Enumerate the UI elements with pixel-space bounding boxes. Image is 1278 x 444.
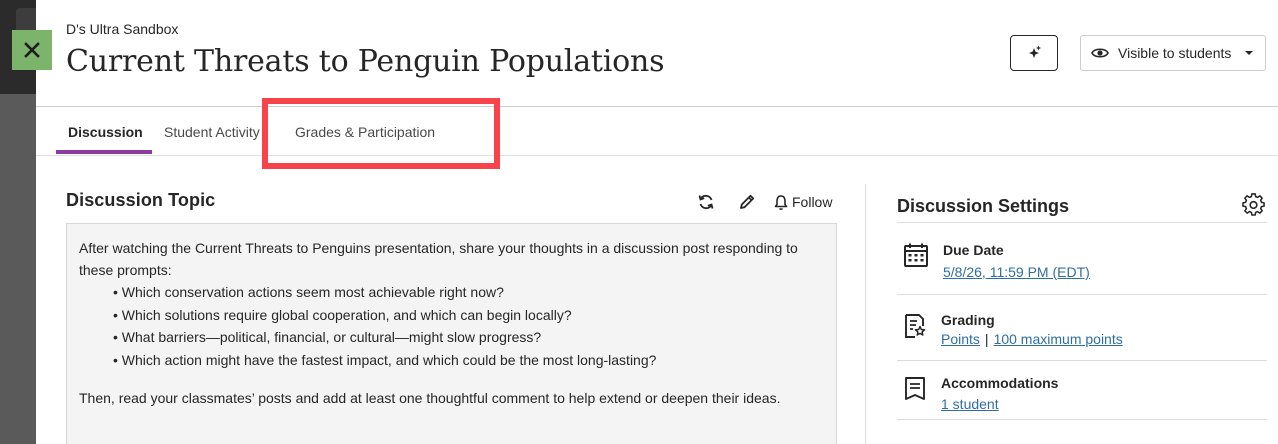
tab-grades-participation[interactable]: Grades & Participation (295, 107, 435, 156)
topic-closing: Then, read your classmates’ posts and ad… (79, 390, 781, 406)
caret-down-icon (1245, 51, 1254, 55)
gear-icon (1242, 193, 1265, 216)
settings-divider (897, 294, 1267, 295)
settings-divider (897, 360, 1267, 361)
bell-icon (774, 194, 788, 210)
settings-divider (897, 222, 1267, 223)
due-date-label: Due Date (943, 242, 1004, 258)
due-date-link[interactable]: 5/8/26, 11:59 PM (EDT) (943, 262, 1090, 282)
settings-divider (897, 419, 1267, 420)
tab-label: Grades & Participation (295, 123, 436, 140)
tab-label: Discussion (68, 123, 143, 140)
page-title: Current Threats to Penguin Populations (66, 44, 665, 79)
visibility-label: Visible to students (1118, 45, 1232, 61)
accommodations-label: Accommodations (941, 375, 1059, 391)
prompt-list: Which conservation actions seem most ach… (113, 281, 824, 371)
max-points-link[interactable]: 100 maximum points (994, 331, 1123, 347)
setting-grading: Grading Points | 100 maximum points (903, 311, 1123, 349)
close-button[interactable] (12, 30, 52, 70)
discussion-topic-heading: Discussion Topic (66, 190, 216, 210)
grading-icon (905, 314, 926, 338)
accommodations-link[interactable]: 1 student (941, 394, 1058, 414)
topic-actions: Follow (696, 192, 832, 212)
close-icon (24, 42, 40, 58)
column-divider (865, 184, 866, 444)
edit-button[interactable] (737, 192, 757, 212)
ai-assist-button[interactable] (1010, 35, 1058, 71)
follow-button[interactable]: Follow (773, 194, 832, 211)
setting-accommodations: Accommodations 1 student (903, 374, 1058, 414)
list-item: Which solutions require global cooperati… (113, 304, 824, 327)
follow-label: Follow (792, 194, 833, 210)
sparkle-icon (1029, 45, 1041, 58)
refresh-icon (698, 194, 714, 210)
tab-student-activity[interactable]: Student Activity (164, 107, 268, 156)
visibility-dropdown[interactable]: Visible to students (1080, 35, 1266, 71)
list-item: What barriers—political, financial, or c… (113, 326, 824, 349)
tab-discussion[interactable]: Discussion (68, 107, 143, 156)
accommodations-icon (905, 377, 925, 400)
discussion-panel: D's Ultra Sandbox Current Threats to Pen… (36, 0, 1278, 444)
grading-label: Grading (941, 312, 995, 328)
tab-bar: Discussion Student Activity Grades & Par… (36, 106, 1278, 156)
course-name: D's Ultra Sandbox (66, 21, 179, 37)
pencil-icon (740, 194, 755, 209)
calendar-icon (904, 243, 928, 267)
discussion-topic-body: After watching the Current Threats to Pe… (66, 223, 837, 444)
grading-type-link[interactable]: Points (941, 331, 980, 347)
grading-separator: | (984, 331, 989, 347)
list-item: Which action might have the fastest impa… (113, 349, 824, 372)
discussion-settings-heading: Discussion Settings (897, 196, 1070, 216)
active-tab-indicator (56, 150, 152, 154)
eye-icon (1091, 48, 1109, 58)
tab-label: Student Activity (164, 123, 260, 140)
list-item: Which conservation actions seem most ach… (113, 281, 824, 304)
refresh-button[interactable] (696, 192, 716, 212)
setting-due-date: Due Date 5/8/26, 11:59 PM (EDT) (903, 241, 1090, 282)
topic-intro: After watching the Current Threats to Pe… (79, 240, 798, 278)
settings-button[interactable] (1242, 193, 1266, 222)
